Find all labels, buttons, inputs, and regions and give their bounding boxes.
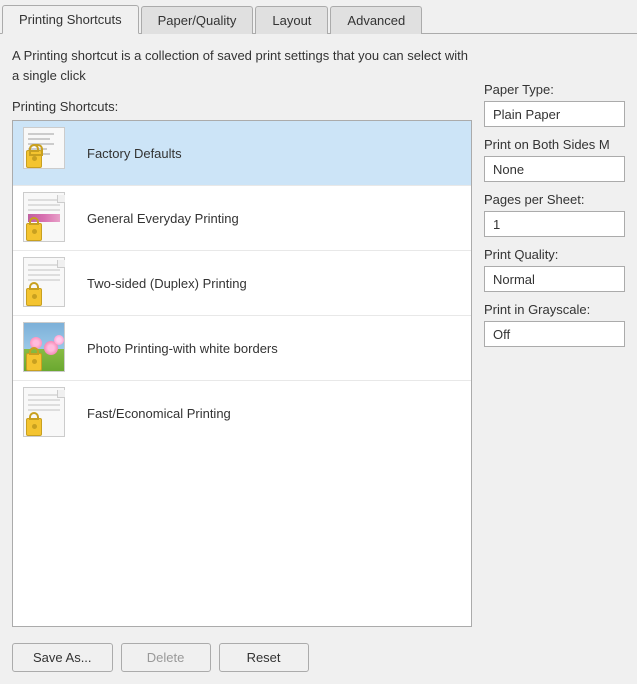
left-panel: A Printing shortcut is a collection of s… [12,46,472,627]
shortcut-icon-fast [23,387,75,439]
tab-layout[interactable]: Layout [255,6,328,34]
tab-bar: Printing Shortcuts Paper/Quality Layout … [0,0,637,34]
tab-printing-shortcuts[interactable]: Printing Shortcuts [2,5,139,34]
shortcut-name-factory-defaults: Factory Defaults [87,146,182,161]
shortcut-icon-two-sided [23,257,75,309]
print-quality-label: Print Quality: [484,247,625,262]
print-both-sides-value: None [484,156,625,182]
shortcut-name-two-sided: Two-sided (Duplex) Printing [87,276,247,291]
shortcut-name-general-everyday: General Everyday Printing [87,211,239,226]
print-quality-value: Normal [484,266,625,292]
shortcut-item-general-everyday[interactable]: General Everyday Printing [13,186,471,251]
delete-button[interactable]: Delete [121,643,211,672]
right-panel: Paper Type: Plain Paper Print on Both Si… [484,46,625,627]
tab-paper-quality[interactable]: Paper/Quality [141,6,254,34]
tab-advanced[interactable]: Advanced [330,6,422,34]
paper-type-label: Paper Type: [484,82,625,97]
reset-button[interactable]: Reset [219,643,309,672]
description-text: A Printing shortcut is a collection of s… [12,46,472,85]
printer-dialog: Printing Shortcuts Paper/Quality Layout … [0,0,637,684]
pages-per-sheet-value: 1 [484,211,625,237]
button-bar: Save As... Delete Reset [0,635,637,684]
paper-type-value: Plain Paper [484,101,625,127]
shortcut-icon-photo [23,322,75,374]
shortcut-name-fast-economical: Fast/Economical Printing [87,406,231,421]
shortcut-item-photo[interactable]: Photo Printing-with white borders [13,316,471,381]
print-grayscale-value: Off [484,321,625,347]
main-content: A Printing shortcut is a collection of s… [0,34,637,635]
shortcut-item-factory-defaults[interactable]: Factory Defaults [13,121,471,186]
shortcut-name-photo: Photo Printing-with white borders [87,341,278,356]
pages-per-sheet-label: Pages per Sheet: [484,192,625,207]
print-both-sides-label: Print on Both Sides M [484,137,625,152]
save-as-button[interactable]: Save As... [12,643,113,672]
shortcut-item-fast-economical[interactable]: Fast/Economical Printing [13,381,471,445]
shortcut-item-two-sided[interactable]: Two-sided (Duplex) Printing [13,251,471,316]
shortcuts-list: Factory Defaults [12,120,472,627]
shortcut-icon-general [23,192,75,244]
shortcut-icon-factory [23,127,75,179]
shortcuts-label: Printing Shortcuts: [12,99,472,114]
print-grayscale-label: Print in Grayscale: [484,302,625,317]
